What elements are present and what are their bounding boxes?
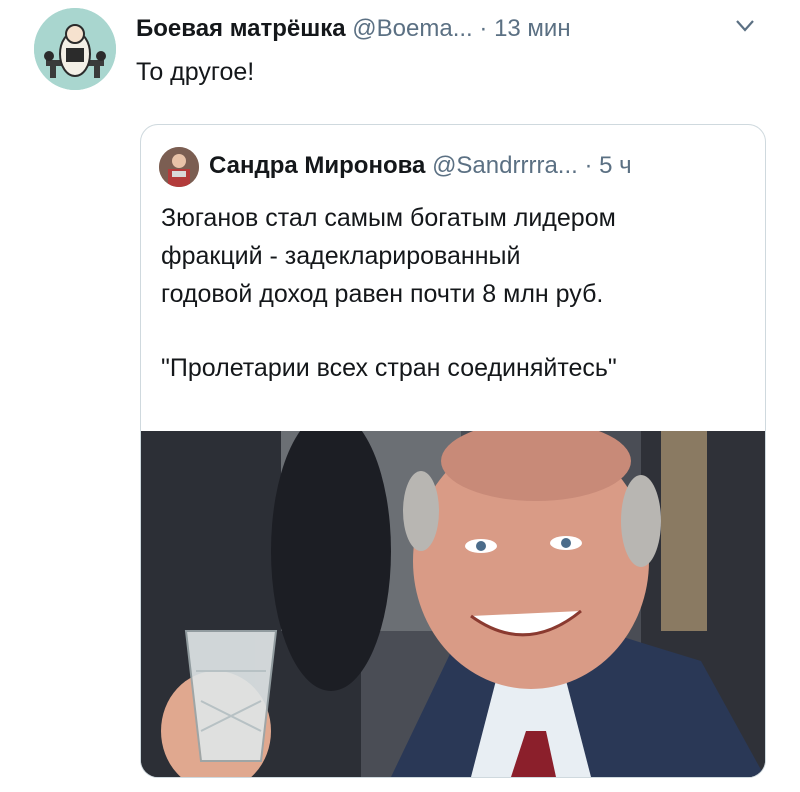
author-handle[interactable]: @Boema... bbox=[352, 15, 472, 42]
quoted-tweet[interactable]: Сандра Миронова @Sandrrrra... · 5 ч Зюга… bbox=[140, 124, 766, 778]
quoted-author-name[interactable]: Сандра Миронова bbox=[209, 152, 425, 179]
quoted-tweet-header: Сандра Миронова @Sandrrrra... · 5 ч bbox=[209, 151, 632, 181]
tweet-header: Боевая матрёшка @Boema... · 13 мин bbox=[136, 14, 776, 44]
quoted-text-line: Зюганов стал самым богатым лидером bbox=[161, 204, 616, 232]
quoted-text-line: годовой доход равен почти 8 млн руб. bbox=[161, 280, 604, 308]
tweet-text: То другое! bbox=[136, 58, 255, 86]
quoted-tweet-text: Зюганов стал самым богатым лидером фракц… bbox=[161, 199, 751, 387]
quoted-tweet-time[interactable]: 5 ч bbox=[599, 152, 632, 179]
quoted-text-line: фракций - задекларированный bbox=[161, 242, 521, 270]
separator-dot: · bbox=[479, 15, 488, 42]
quoted-author-avatar[interactable] bbox=[159, 147, 199, 187]
quoted-text-line: "Пролетарии всех стран соединяйтесь" bbox=[161, 354, 617, 382]
tweet-time[interactable]: 13 мин bbox=[494, 15, 571, 42]
author-avatar[interactable] bbox=[34, 8, 116, 90]
quoted-author-handle[interactable]: @Sandrrrra... bbox=[432, 152, 578, 179]
chevron-down-icon[interactable] bbox=[734, 18, 756, 34]
quoted-tweet-photo[interactable] bbox=[141, 431, 765, 777]
author-name[interactable]: Боевая матрёшка bbox=[136, 15, 346, 42]
separator-dot: · bbox=[584, 152, 593, 179]
